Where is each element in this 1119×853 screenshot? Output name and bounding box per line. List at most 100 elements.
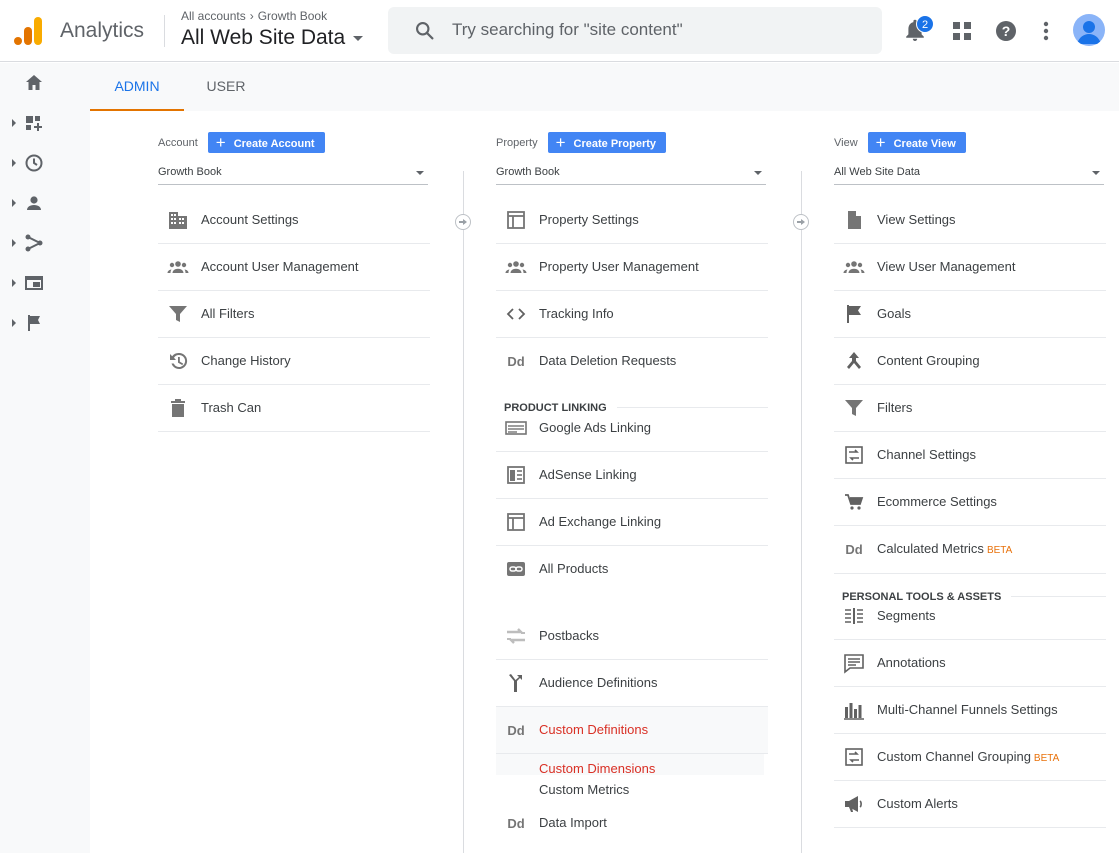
rail-acquisition[interactable] [0, 223, 90, 263]
tab-user[interactable]: USER [184, 63, 268, 111]
ad-exchange-linking[interactable]: Ad Exchange Linking [496, 499, 768, 546]
property-user-management[interactable]: Property User Management [496, 244, 768, 291]
avatar[interactable] [1073, 14, 1105, 46]
svg-text:?: ? [1002, 23, 1011, 39]
help-icon[interactable]: ? [995, 20, 1017, 42]
all-filters[interactable]: All Filters [158, 291, 430, 338]
svg-text:Dd: Dd [507, 723, 524, 738]
trash-can[interactable]: Trash Can [158, 385, 430, 432]
create-account-button[interactable]: + Create Account [207, 132, 325, 153]
property-picker[interactable]: Growth Book [496, 161, 766, 185]
link-icon [507, 562, 525, 576]
account-settings[interactable]: Account Settings [158, 197, 430, 244]
expand-arrow-icon [12, 319, 16, 327]
channel-settings-label: Channel Settings [877, 447, 977, 462]
property-user-management-label: Property User Management [539, 259, 699, 274]
rail-home[interactable] [0, 63, 90, 103]
custom-alerts-label: Custom Alerts [877, 796, 958, 811]
custom-channel-grouping-label: Custom Channel Grouping BETA [877, 749, 1059, 764]
data-import[interactable]: Dd Data Import [496, 800, 768, 847]
apps-grid-icon[interactable] [953, 22, 971, 40]
account-settings-label: Account Settings [201, 212, 299, 227]
account-picker-value: Growth Book [158, 166, 222, 178]
view-title: All Web Site Data [181, 26, 346, 49]
dashboard-icon [26, 116, 42, 131]
breadcrumb-all-accounts[interactable]: All accounts [181, 9, 246, 23]
property-header: Property + Create Property [496, 132, 667, 154]
adsense-linking[interactable]: AdSense Linking [496, 452, 768, 499]
multi-channel-funnels-settings-label: Multi-Channel Funnels Settings [877, 702, 1058, 717]
change-history[interactable]: Change History [158, 338, 430, 385]
all-products[interactable]: All Products [496, 546, 768, 593]
change-history-label: Change History [201, 353, 291, 368]
person-icon [27, 196, 41, 210]
view-user-management-label: View User Management [877, 259, 1016, 274]
view-selector[interactable]: All Web Site Data [181, 26, 364, 50]
calculated-metrics-label: Calculated Metrics BETA [877, 541, 1012, 556]
view-picker-value: All Web Site Data [834, 166, 921, 178]
view-settings[interactable]: View Settings [834, 197, 1106, 244]
account-picker[interactable]: Growth Book [158, 161, 428, 185]
dd-icon: Dd [507, 816, 524, 831]
custom-dimensions-link[interactable]: Custom Dimensions [539, 761, 655, 776]
property-settings[interactable]: Property Settings [496, 197, 768, 244]
channel-icon [845, 748, 863, 766]
view-user-management[interactable]: View User Management [834, 244, 1106, 291]
multi-channel-funnels-settings[interactable]: Multi-Channel Funnels Settings [834, 687, 1106, 734]
dropdown-arrow-icon [754, 171, 762, 175]
breadcrumb-account[interactable]: Growth Book [258, 9, 327, 23]
audience-definitions[interactable]: Audience Definitions [496, 660, 768, 707]
left-nav-rail [0, 63, 90, 853]
channel-icon [845, 446, 863, 464]
rail-audience[interactable] [0, 183, 90, 223]
custom-definitions[interactable]: Dd Custom Definitions [496, 707, 768, 754]
analytics-logo-icon[interactable] [14, 16, 44, 46]
custom-alerts[interactable]: Custom Alerts [834, 781, 1106, 828]
dd-icon: Dd [507, 723, 524, 738]
segments[interactable]: Segments [834, 593, 1106, 640]
ecommerce-settings[interactable]: Ecommerce Settings [834, 479, 1106, 526]
create-view-button[interactable]: + Create View [867, 132, 966, 153]
data-deletion-requests[interactable]: Dd Data Deletion Requests [496, 338, 768, 385]
search-input[interactable] [452, 17, 852, 43]
account-user-management[interactable]: Account User Management [158, 244, 430, 291]
expand-arrow-icon [12, 159, 16, 167]
tab-admin[interactable]: ADMIN [90, 63, 184, 111]
property-items: Property Settings Property User Manageme… [496, 197, 768, 847]
goals[interactable]: Goals [834, 291, 1106, 338]
filters[interactable]: Filters [834, 385, 1106, 432]
postbacks[interactable]: Postbacks [496, 613, 768, 660]
annotations[interactable]: Annotations [834, 640, 1106, 687]
custom-metrics-link[interactable]: Custom Metrics [539, 782, 629, 797]
breadcrumb[interactable]: All accounts › Growth Book [181, 9, 327, 23]
content-grouping[interactable]: Content Grouping [834, 338, 1106, 385]
search-bar[interactable] [388, 7, 882, 54]
behavior-icon [25, 276, 43, 290]
custom-channel-grouping[interactable]: Custom Channel Grouping BETA [834, 734, 1106, 781]
breadcrumb-chevron-icon: › [249, 9, 254, 23]
account-label: Account [158, 136, 198, 149]
rail-customization[interactable] [0, 103, 90, 143]
beta-badge: BETA [1033, 753, 1060, 764]
account-items: Account Settings Account User Management… [158, 197, 430, 432]
channel-settings[interactable]: Channel Settings [834, 432, 1106, 479]
dropdown-arrow-icon [416, 171, 424, 175]
arrow-right-icon [793, 214, 809, 230]
dd-icon: Dd [507, 354, 524, 369]
calculated-metrics[interactable]: Dd Calculated Metrics BETA [834, 526, 1106, 573]
tracking-info[interactable]: Tracking Info [496, 291, 768, 338]
rail-conversions[interactable] [0, 303, 90, 343]
column-divider [463, 171, 464, 853]
property-settings-label: Property Settings [539, 212, 639, 227]
more-vert-icon[interactable] [1043, 21, 1049, 41]
google-ads-linking[interactable]: Google Ads Linking [496, 405, 768, 452]
rail-behavior[interactable] [0, 263, 90, 303]
view-picker[interactable]: All Web Site Data [834, 161, 1104, 185]
plus-icon: + [875, 133, 886, 152]
trash-can-label: Trash Can [201, 400, 262, 415]
create-property-button[interactable]: + Create Property [547, 132, 667, 153]
rail-realtime[interactable] [0, 143, 90, 183]
code-icon [506, 308, 526, 320]
user-silhouette-icon [1077, 21, 1101, 44]
notification-badge: 2 [916, 15, 934, 33]
